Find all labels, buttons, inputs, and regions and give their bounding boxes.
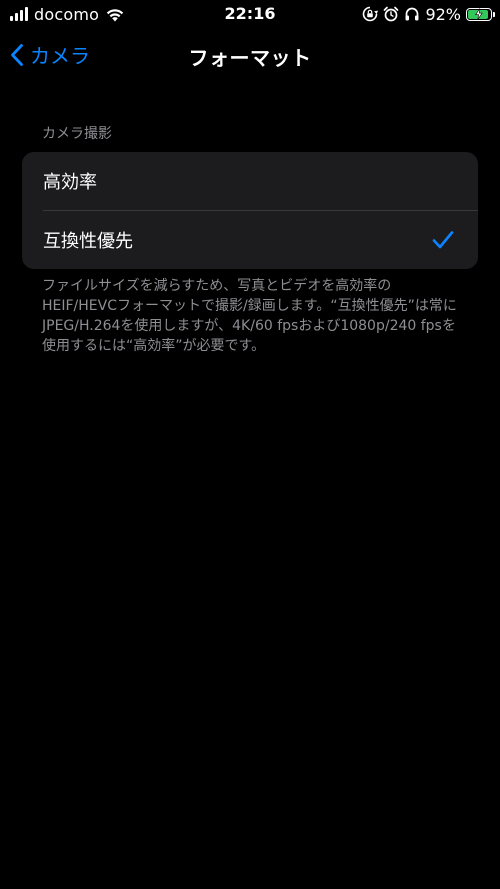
format-options-group: 高効率 互換性優先 bbox=[22, 152, 478, 269]
navigation-bar: カメラ フォーマット bbox=[0, 36, 500, 76]
battery-cap bbox=[493, 11, 495, 17]
section-header: カメラ撮影 bbox=[42, 126, 112, 142]
alarm-icon bbox=[384, 6, 399, 22]
section-footer-note: ファイルサイズを減らすため、写真とビデオを高効率のHEIF/HEVCフォーマット… bbox=[42, 278, 457, 354]
option-label: 高効率 bbox=[43, 172, 97, 193]
battery-charging-icon bbox=[466, 7, 495, 21]
headphones-icon bbox=[405, 7, 419, 21]
battery-percent: 92% bbox=[425, 4, 461, 24]
page-title: フォーマット bbox=[188, 46, 312, 70]
option-high-efficiency[interactable]: 高効率 bbox=[22, 152, 478, 210]
charging-bolt-icon bbox=[475, 8, 483, 20]
screen-rotation-lock-icon bbox=[363, 6, 379, 22]
status-right: 92% bbox=[362, 4, 495, 24]
checkmark-icon bbox=[432, 231, 454, 249]
status-bar: docomo 22:16 92% bbox=[0, 0, 500, 30]
option-label: 互換性優先 bbox=[43, 231, 133, 252]
option-most-compatible[interactable]: 互換性優先 bbox=[22, 211, 478, 269]
